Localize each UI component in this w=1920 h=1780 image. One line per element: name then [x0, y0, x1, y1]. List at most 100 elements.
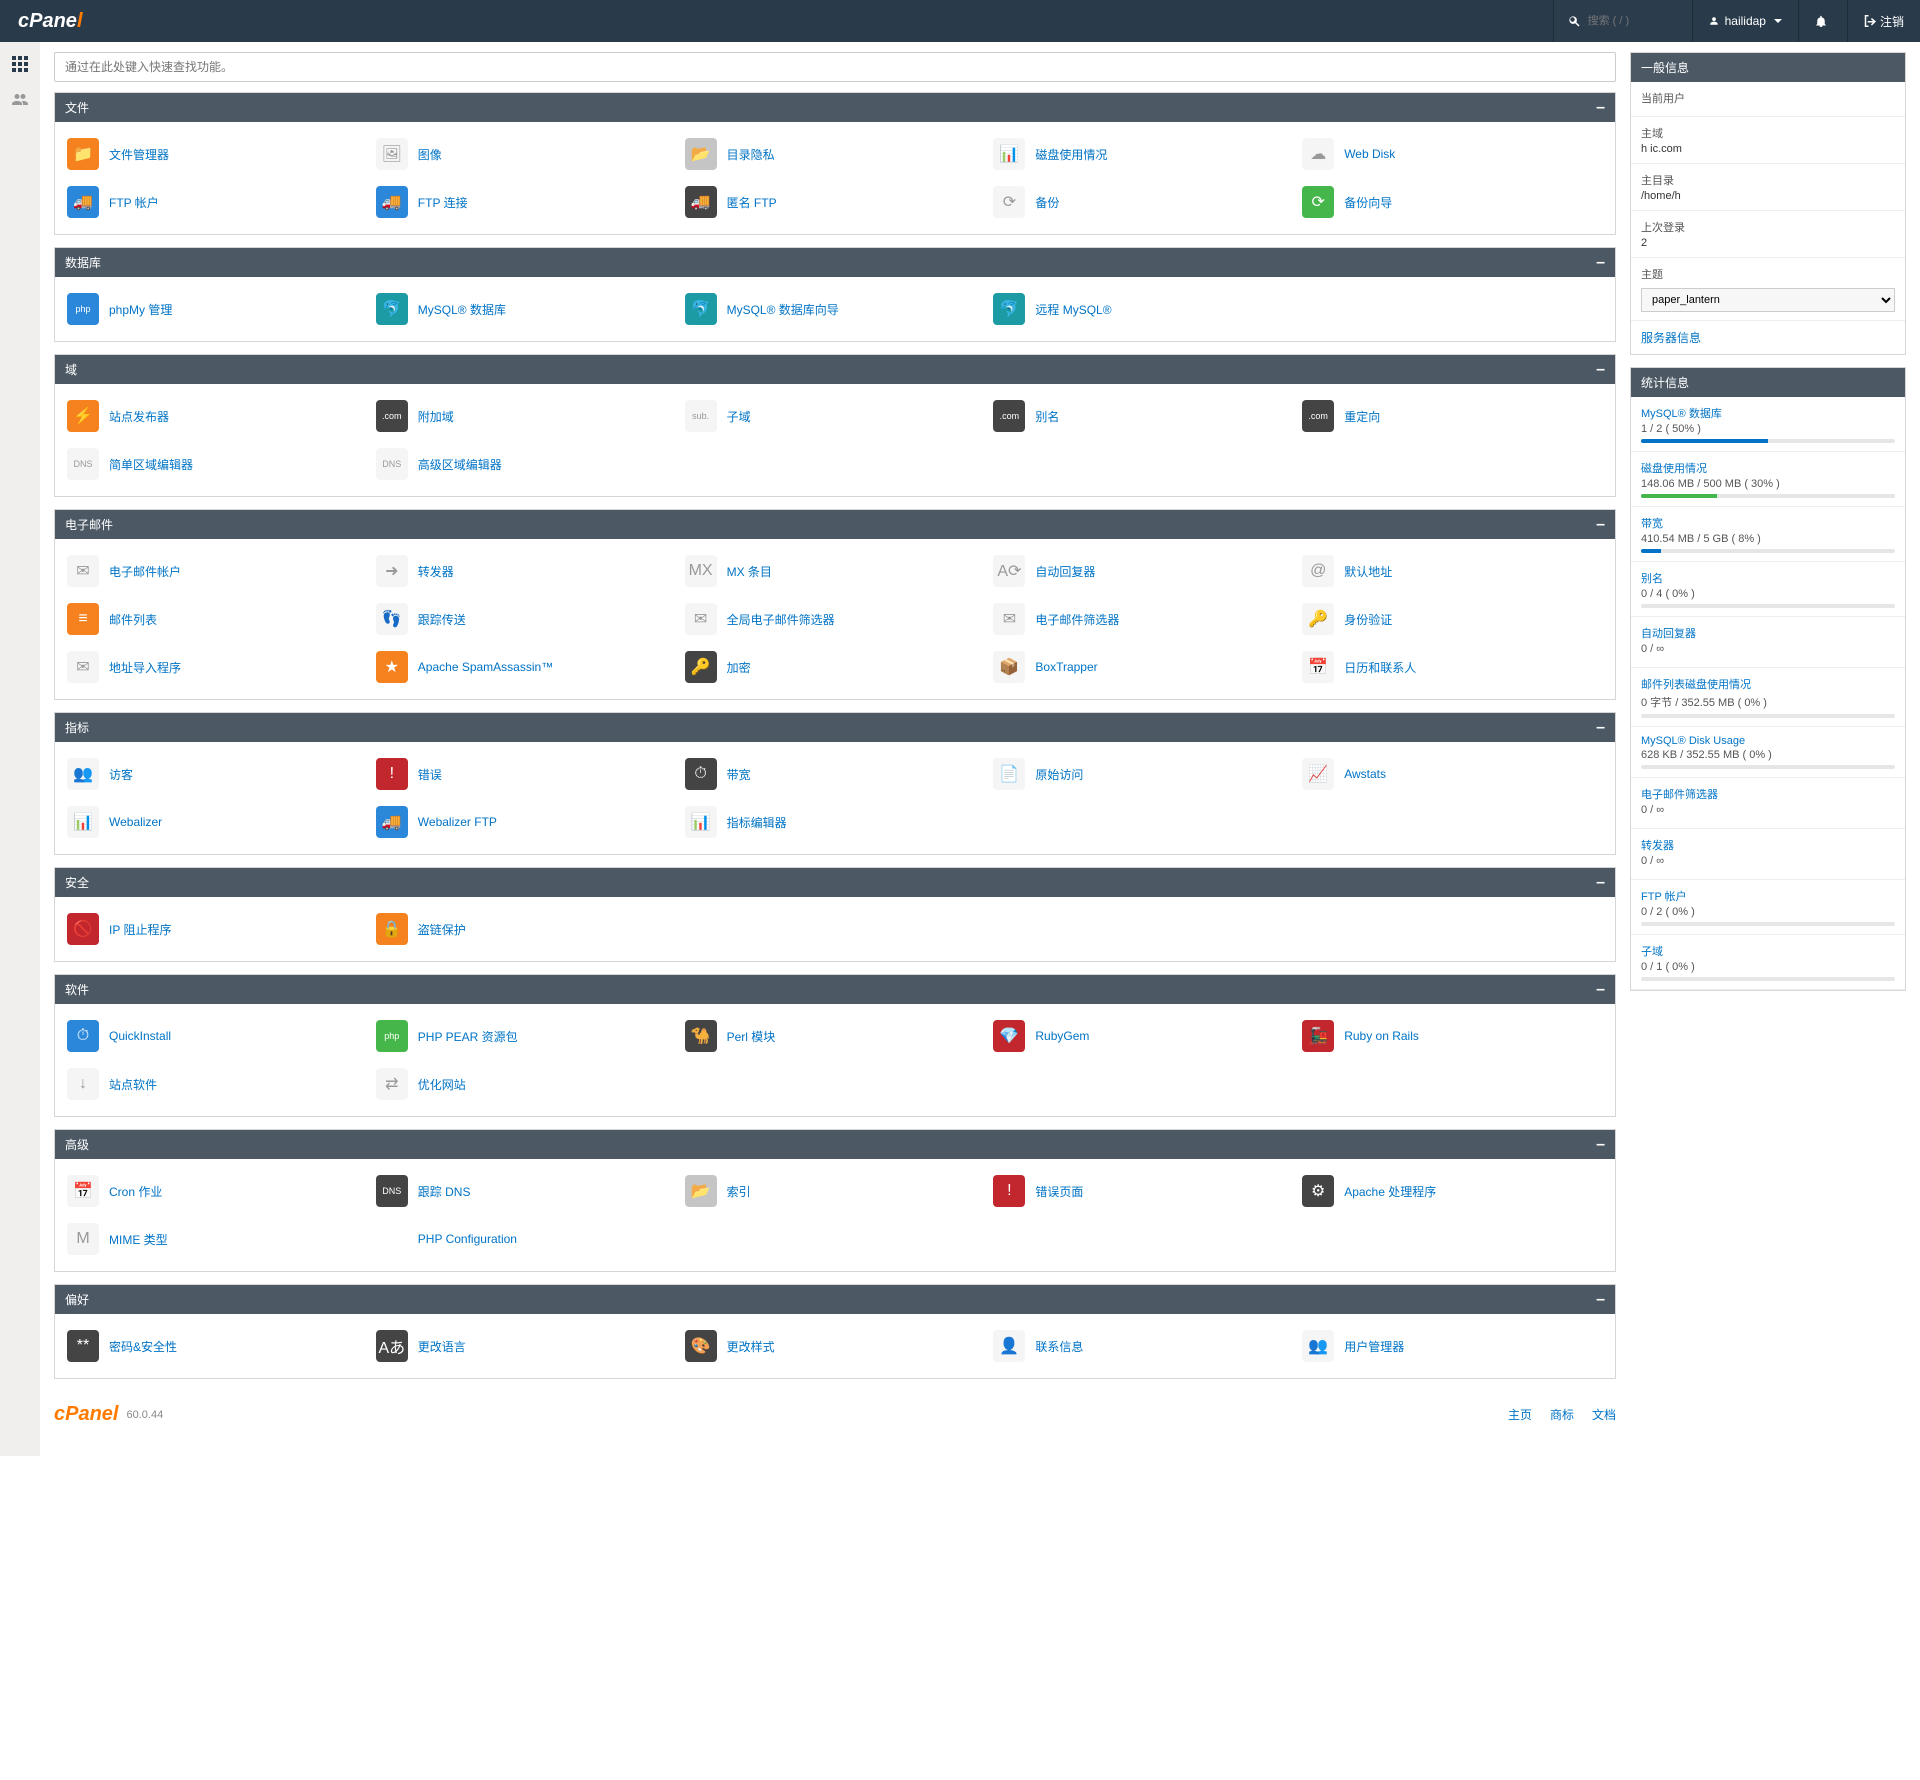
stat-label[interactable]: FTP 帐户: [1641, 888, 1687, 904]
stat-label[interactable]: MySQL® 数据库: [1641, 405, 1722, 421]
feature-item[interactable]: 📂索引: [681, 1167, 990, 1215]
feature-item[interactable]: phpphpMy 管理: [63, 285, 372, 333]
feature-link[interactable]: QuickInstall: [109, 1029, 171, 1043]
feature-link[interactable]: 简单区域编辑器: [109, 456, 193, 473]
feature-item[interactable]: ★Apache SpamAssassin™: [372, 643, 681, 691]
feature-link[interactable]: PHP PEAR 资源包: [418, 1028, 518, 1045]
feature-link[interactable]: 错误页面: [1035, 1183, 1083, 1200]
feature-item[interactable]: 🐪Perl 模块: [681, 1012, 990, 1060]
feature-link[interactable]: 日历和联系人: [1344, 659, 1416, 676]
feature-link[interactable]: BoxTrapper: [1035, 660, 1097, 674]
collapse-button[interactable]: –: [1596, 362, 1605, 378]
feature-link[interactable]: 附加域: [418, 408, 454, 425]
collapse-button[interactable]: –: [1596, 255, 1605, 271]
feature-item[interactable]: ☁Web Disk: [1298, 130, 1607, 178]
feature-item[interactable]: 📊指标编辑器: [681, 798, 990, 846]
feature-link[interactable]: 转发器: [418, 563, 454, 580]
feature-item[interactable]: ✉全局电子邮件筛选器: [681, 595, 990, 643]
feature-link[interactable]: Ruby on Rails: [1344, 1029, 1419, 1043]
feature-item[interactable]: 🔑加密: [681, 643, 990, 691]
feature-link[interactable]: Awstats: [1344, 767, 1386, 781]
feature-link[interactable]: 电子邮件帐户: [109, 563, 181, 580]
feature-item[interactable]: ✉电子邮件帐户: [63, 547, 372, 595]
stat-label[interactable]: 带宽: [1641, 515, 1663, 531]
feature-link[interactable]: 备份向导: [1344, 194, 1392, 211]
feature-link[interactable]: 密码&安全性: [109, 1338, 177, 1355]
collapse-button[interactable]: –: [1596, 720, 1605, 736]
feature-link[interactable]: 文件管理器: [109, 146, 169, 163]
feature-link[interactable]: Cron 作业: [109, 1183, 162, 1200]
feature-item[interactable]: DNS简单区域编辑器: [63, 440, 372, 488]
feature-link[interactable]: 高级区域编辑器: [418, 456, 502, 473]
feature-link[interactable]: Webalizer: [109, 815, 162, 829]
feature-link[interactable]: Perl 模块: [727, 1028, 776, 1045]
footer-link[interactable]: 主页: [1508, 1408, 1532, 1422]
feature-item[interactable]: 🎨更改样式: [681, 1322, 990, 1370]
feature-item[interactable]: 📈Awstats: [1298, 750, 1607, 798]
feature-link[interactable]: 匿名 FTP: [727, 194, 777, 211]
feature-link[interactable]: RubyGem: [1035, 1029, 1089, 1043]
feature-link[interactable]: 跟踪 DNS: [418, 1183, 471, 1200]
feature-item[interactable]: ⏱带宽: [681, 750, 990, 798]
feature-link[interactable]: 带宽: [727, 766, 751, 783]
rail-users-button[interactable]: [6, 86, 34, 114]
feature-link[interactable]: 跟踪传送: [418, 611, 466, 628]
header-search[interactable]: [1553, 0, 1692, 42]
feature-link[interactable]: 重定向: [1344, 408, 1380, 425]
server-info-link[interactable]: 服务器信息: [1641, 331, 1701, 345]
logout-button[interactable]: 注销: [1847, 0, 1920, 42]
feature-item[interactable]: 🚚匿名 FTP: [681, 178, 990, 226]
feature-item[interactable]: 👣跟踪传送: [372, 595, 681, 643]
feature-item[interactable]: ✉电子邮件筛选器: [989, 595, 1298, 643]
feature-item[interactable]: 🚚Webalizer FTP: [372, 798, 681, 846]
feature-link[interactable]: PHP Configuration: [418, 1232, 517, 1246]
notifications-button[interactable]: [1798, 0, 1847, 42]
feature-item[interactable]: ⟳备份: [989, 178, 1298, 226]
feature-link[interactable]: 电子邮件筛选器: [1035, 611, 1119, 628]
collapse-button[interactable]: –: [1596, 100, 1605, 116]
feature-item[interactable]: MXMX 条目: [681, 547, 990, 595]
feature-item[interactable]: MMIME 类型: [63, 1215, 372, 1263]
feature-item[interactable]: !错误页面: [989, 1167, 1298, 1215]
footer-link[interactable]: 商标: [1550, 1408, 1574, 1422]
stat-label[interactable]: 子域: [1641, 943, 1663, 959]
collapse-button[interactable]: –: [1596, 875, 1605, 891]
feature-link[interactable]: 身份验证: [1344, 611, 1392, 628]
theme-select[interactable]: paper_lantern: [1641, 288, 1895, 312]
feature-link[interactable]: MX 条目: [727, 563, 772, 580]
feature-link[interactable]: 地址导入程序: [109, 659, 181, 676]
feature-link[interactable]: Apache 处理程序: [1344, 1183, 1436, 1200]
feature-link[interactable]: 加密: [727, 659, 751, 676]
feature-item[interactable]: DNS跟踪 DNS: [372, 1167, 681, 1215]
search-input[interactable]: [1588, 15, 1678, 27]
feature-link[interactable]: Web Disk: [1344, 147, 1395, 161]
feature-link[interactable]: 站点软件: [109, 1076, 157, 1093]
feature-item[interactable]: .com别名: [989, 392, 1298, 440]
user-menu[interactable]: hailidap: [1692, 0, 1798, 42]
feature-link[interactable]: phpMy 管理: [109, 301, 172, 318]
feature-link[interactable]: 默认地址: [1344, 563, 1392, 580]
feature-item[interactable]: 🔒盗链保护: [372, 905, 681, 953]
feature-item[interactable]: ⇄优化网站: [372, 1060, 681, 1108]
feature-item[interactable]: 📄原始访问: [989, 750, 1298, 798]
stat-label[interactable]: 转发器: [1641, 837, 1674, 853]
feature-item[interactable]: sub.子域: [681, 392, 990, 440]
feature-link[interactable]: 索引: [727, 1183, 751, 1200]
stat-label[interactable]: 自动回复器: [1641, 625, 1696, 641]
feature-item[interactable]: 📊磁盘使用情况: [989, 130, 1298, 178]
feature-item[interactable]: 🚚FTP 连接: [372, 178, 681, 226]
feature-item[interactable]: PHP Configuration: [372, 1215, 681, 1263]
feature-link[interactable]: Webalizer FTP: [418, 815, 497, 829]
feature-link[interactable]: 别名: [1035, 408, 1059, 425]
feature-item[interactable]: ↓站点软件: [63, 1060, 372, 1108]
feature-link[interactable]: MIME 类型: [109, 1231, 168, 1248]
footer-link[interactable]: 文档: [1592, 1408, 1616, 1422]
feature-item[interactable]: DNS高级区域编辑器: [372, 440, 681, 488]
stat-label[interactable]: MySQL® Disk Usage: [1641, 735, 1745, 747]
feature-link[interactable]: MySQL® 数据库: [418, 301, 506, 318]
feature-link[interactable]: 错误: [418, 766, 442, 783]
feature-item[interactable]: 💎RubyGem: [989, 1012, 1298, 1060]
feature-link[interactable]: 图像: [418, 146, 442, 163]
feature-link[interactable]: 远程 MySQL®: [1035, 301, 1111, 318]
feature-link[interactable]: 更改语言: [418, 1338, 466, 1355]
